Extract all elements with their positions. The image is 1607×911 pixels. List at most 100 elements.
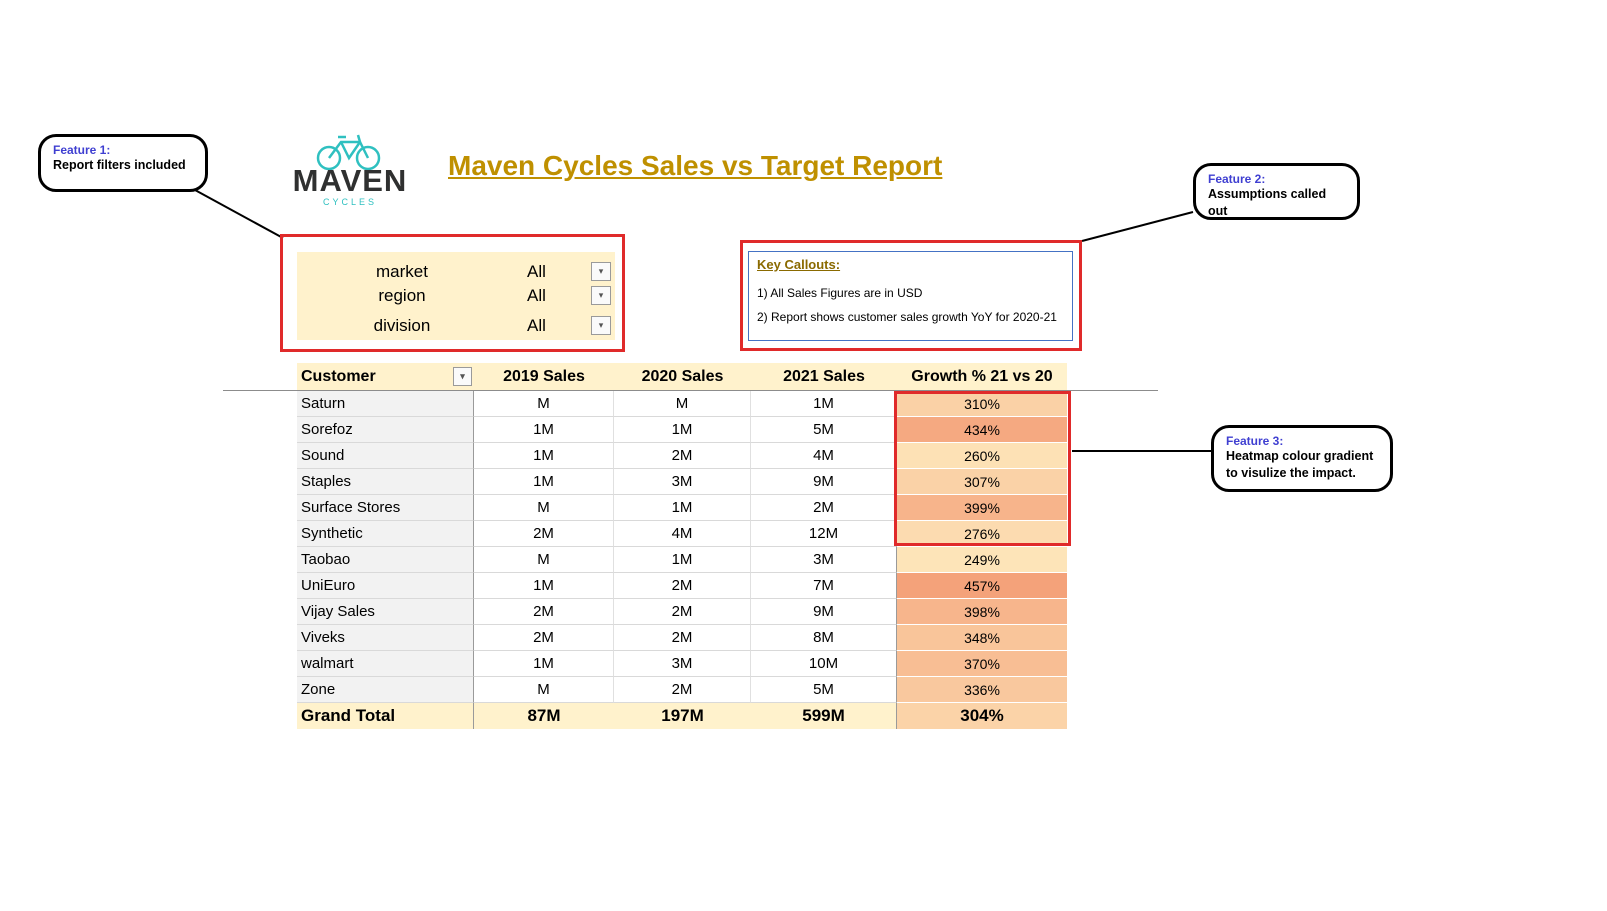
feature3-title: Feature 3: [1226, 434, 1284, 448]
sales-2021-cell: 8M [751, 625, 897, 651]
sales-2021-cell: 4M [751, 443, 897, 469]
sales-2019-cell: 2M [474, 625, 614, 651]
key-callouts-heading: Key Callouts: [757, 257, 841, 272]
filter-label: region [378, 286, 426, 305]
grand-total-label: Grand Total [297, 703, 474, 729]
table-row: Viveks 2M 2M 8M 348% [297, 625, 1067, 651]
sales-2019-cell: M [474, 495, 614, 521]
feature3-body-line1: Heatmap colour gradient [1226, 449, 1374, 463]
table-row: Zone M 2M 5M 336% [297, 677, 1067, 703]
sales-2019-cell: 2M [474, 521, 614, 547]
feature1-title: Feature 1: [53, 143, 111, 157]
feature2-title: Feature 2: [1208, 172, 1266, 186]
filter-panel: market All ▾ region All ▾ division All ▾ [297, 252, 615, 340]
customer-cell: Surface Stores [297, 495, 474, 521]
feature1-callout: Feature 1: Report filters included [38, 134, 208, 192]
dropdown-arrow-icon[interactable]: ▾ [453, 367, 472, 386]
filter-label: division [373, 316, 431, 335]
sales-2020-cell: 2M [614, 443, 751, 469]
customer-cell: Saturn [297, 391, 474, 417]
table-row: Taobao M 1M 3M 249% [297, 547, 1067, 573]
sales-2020-cell: 2M [614, 599, 751, 625]
feature1-body: Report filters included [53, 158, 186, 172]
sales-2021-cell: 9M [751, 469, 897, 495]
report-title: Maven Cycles Sales vs Target Report [448, 150, 943, 181]
sales-2019-cell: 1M [474, 443, 614, 469]
feature2-body: Assumptions called out [1208, 187, 1327, 218]
sales-2019-cell: 1M [474, 469, 614, 495]
sales-2021-cell: 1M [751, 391, 897, 417]
sales-2019-cell: M [474, 547, 614, 573]
feature1-connector [194, 189, 284, 239]
sales-2019-cell: 1M [474, 417, 614, 443]
customer-cell: UniEuro [297, 573, 474, 599]
header-customer[interactable]: Customer ▾ [297, 363, 474, 391]
filter-division[interactable]: division All ▾ [297, 316, 615, 340]
dropdown-arrow-icon[interactable]: ▾ [591, 316, 611, 335]
growth-cell: 348% [897, 625, 1067, 651]
feature3-callout: Feature 3: Heatmap colour gradient to vi… [1211, 425, 1393, 492]
sales-2019-cell: M [474, 391, 614, 417]
sales-2021-cell: 5M [751, 677, 897, 703]
sales-2021-cell: 10M [751, 651, 897, 677]
header-customer-label: Customer [301, 368, 376, 385]
sales-2020-cell: 2M [614, 677, 751, 703]
header-2021-sales: 2021 Sales [751, 363, 897, 391]
filter-market[interactable]: market All ▾ [297, 262, 615, 286]
filter-value: All [527, 262, 546, 281]
sales-2021-cell: 9M [751, 599, 897, 625]
customer-cell: Sound [297, 443, 474, 469]
customer-cell: walmart [297, 651, 474, 677]
sales-2020-cell: 1M [614, 495, 751, 521]
logo-subtext: CYCLES [322, 197, 377, 207]
heatmap-highlight-box [894, 391, 1071, 546]
key-callout-item: 2) Report shows customer sales growth Yo… [757, 310, 1057, 324]
feature2-connector [1081, 211, 1194, 242]
customer-cell: Staples [297, 469, 474, 495]
filter-value: All [527, 316, 546, 335]
grand-total-2020: 197M [661, 706, 704, 725]
growth-cell: 336% [897, 677, 1067, 703]
sales-2021-cell: 7M [751, 573, 897, 599]
sales-2021-cell: 12M [751, 521, 897, 547]
grand-total-growth: 304% [897, 703, 1067, 729]
logo-wordmark: MAVEN [292, 163, 408, 198]
sales-2020-cell: 1M [614, 547, 751, 573]
header-2019-sales: 2019 Sales [474, 363, 614, 391]
growth-cell: 249% [897, 547, 1067, 573]
customer-cell: Viveks [297, 625, 474, 651]
filter-value: All [527, 286, 546, 305]
sales-2021-cell: 5M [751, 417, 897, 443]
table-row: walmart 1M 3M 10M 370% [297, 651, 1067, 677]
sales-2019-cell: 1M [474, 651, 614, 677]
sales-2021-cell: 2M [751, 495, 897, 521]
sales-2019-cell: 2M [474, 599, 614, 625]
feature3-body-line2: to visulize the impact. [1226, 466, 1356, 480]
filter-label: market [376, 262, 428, 281]
grand-total-row: Grand Total 87M 197M 599M 304% [297, 703, 1067, 729]
sales-2020-cell: M [614, 391, 751, 417]
sales-2020-cell: 1M [614, 417, 751, 443]
sales-2019-cell: M [474, 677, 614, 703]
grand-total-2021: 599M [751, 703, 897, 729]
sales-2021-cell: 3M [751, 547, 897, 573]
sales-2020-cell: 2M [614, 625, 751, 651]
feature2-callout: Feature 2: Assumptions called out [1193, 163, 1360, 220]
sales-2020-cell: 4M [614, 521, 751, 547]
growth-cell: 370% [897, 651, 1067, 677]
customer-cell: Zone [297, 677, 474, 703]
filter-region[interactable]: region All ▾ [297, 286, 615, 310]
dropdown-arrow-icon[interactable]: ▾ [591, 286, 611, 305]
growth-cell: 398% [897, 599, 1067, 625]
header-2020-sales: 2020 Sales [614, 363, 751, 391]
grand-total-2019: 87M [527, 706, 561, 725]
key-callouts-box: Key Callouts: 1) All Sales Figures are i… [748, 251, 1073, 341]
customer-cell: Synthetic [297, 521, 474, 547]
sales-2020-cell: 2M [614, 573, 751, 599]
key-callout-item: 1) All Sales Figures are in USD [757, 286, 923, 300]
growth-cell: 457% [897, 573, 1067, 599]
dropdown-arrow-icon[interactable]: ▾ [591, 262, 611, 281]
customer-cell: Sorefoz [297, 417, 474, 443]
table-row: UniEuro 1M 2M 7M 457% [297, 573, 1067, 599]
header-growth: Growth % 21 vs 20 [897, 363, 1067, 391]
